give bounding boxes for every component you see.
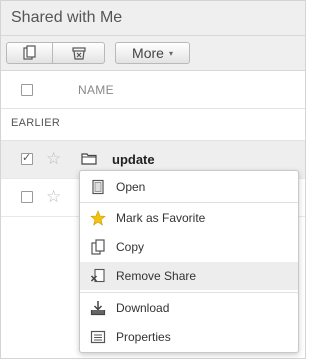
menu-item-remove-share[interactable]: Remove Share xyxy=(80,262,298,290)
properties-icon xyxy=(90,330,106,344)
remove-share-icon xyxy=(71,47,86,60)
menu-item-label: Remove Share xyxy=(116,269,197,283)
menu-item-download[interactable]: Download xyxy=(80,294,298,322)
copy-icon xyxy=(22,45,36,60)
open-icon xyxy=(92,179,104,195)
menu-item-label: Open xyxy=(116,180,146,194)
menu-item-mark-as-favorite[interactable]: Mark as Favorite xyxy=(80,204,298,232)
menu-divider xyxy=(80,292,298,293)
row-checkbox[interactable] xyxy=(21,151,33,165)
page-title: Shared with Me xyxy=(11,9,123,26)
header: Shared with Me xyxy=(1,1,305,36)
chevron-down-icon: ▾ xyxy=(168,48,173,58)
menu-item-label: Properties xyxy=(116,330,171,344)
section-label: EARLIER xyxy=(11,117,61,129)
menu-item-label: Download xyxy=(116,301,170,315)
toolbar: More ▾ xyxy=(1,36,305,71)
menu-item-label: Copy xyxy=(116,240,145,254)
row-checkbox[interactable] xyxy=(21,191,33,203)
star-icon xyxy=(90,210,106,226)
section-header: EARLIER xyxy=(1,109,305,141)
copy-icon xyxy=(91,239,105,255)
shared-with-me-panel: Shared with Me More ▾ NAME EARLIER ✓ ☆ u… xyxy=(0,0,306,359)
file-name[interactable]: update xyxy=(112,152,155,167)
menu-item-open[interactable]: Open xyxy=(80,173,298,201)
menu-item-properties[interactable]: Properties xyxy=(80,323,298,351)
context-menu: Open Mark as Favorite Copy Remove Share xyxy=(79,170,299,353)
more-button[interactable]: More ▾ xyxy=(115,42,190,64)
menu-item-label: Mark as Favorite xyxy=(116,211,206,225)
select-all-checkbox[interactable] xyxy=(21,84,33,96)
name-column-header[interactable]: NAME xyxy=(78,83,114,97)
folder-icon xyxy=(81,153,97,165)
download-icon xyxy=(90,301,106,316)
star-icon[interactable]: ☆ xyxy=(46,187,61,207)
column-header: NAME xyxy=(1,71,305,109)
copy-button[interactable] xyxy=(6,42,53,64)
menu-divider xyxy=(80,202,298,203)
remove-share-icon xyxy=(90,268,105,283)
remove-share-button[interactable] xyxy=(52,42,105,64)
star-icon[interactable]: ☆ xyxy=(46,149,61,169)
more-label: More xyxy=(132,45,164,61)
menu-item-copy[interactable]: Copy xyxy=(80,233,298,261)
